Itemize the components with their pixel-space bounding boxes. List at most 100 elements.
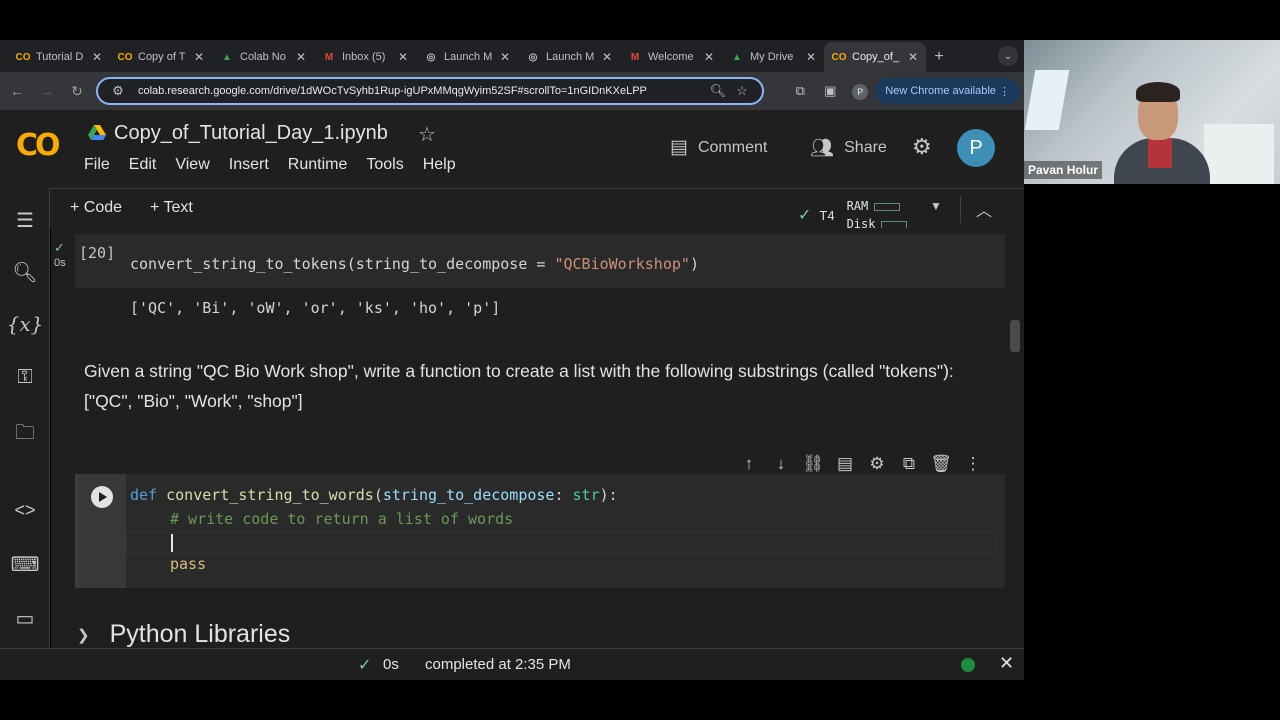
browser-tab[interactable]: ▲ My Drive ✕	[722, 42, 824, 72]
browser-tab[interactable]: CO Copy of T ✕	[110, 42, 212, 72]
terminal-icon[interactable]: ▭	[0, 606, 50, 631]
colab-logo[interactable]: CO	[16, 128, 60, 163]
browser-nav-bar: ← → ↻ ⚙ colab.research.google.com/drive/…	[0, 72, 1024, 110]
tab-close-icon[interactable]: ✕	[906, 50, 920, 64]
colab-header: CO Copy_of_Tutorial_Day_1.ipynb ☆ File Ed…	[0, 110, 1024, 188]
section-title: Python Libraries	[109, 620, 291, 648]
code-operator: =	[527, 255, 555, 273]
new-chrome-available-button[interactable]: New Chrome available ⋮	[875, 78, 1020, 104]
code-snippets-icon[interactable]: <>	[0, 500, 50, 521]
delete-trash-icon[interactable]: 🗑︎	[929, 454, 953, 474]
exec-success-check-icon: ✓	[54, 240, 65, 255]
code-type: str	[572, 486, 600, 504]
tab-close-icon[interactable]: ✕	[294, 50, 308, 64]
bookmark-star-icon[interactable]: ☆	[730, 83, 754, 99]
ram-meter	[874, 202, 901, 211]
cell-toolbar: ↑ ↓ ⛓ ▤ ⚙ ⧉ 🗑︎ ⋮	[737, 454, 985, 474]
tab-close-icon[interactable]: ✕	[702, 50, 716, 64]
status-check-icon: ✓	[358, 657, 372, 674]
collapse-chevron-up-icon[interactable]: ︿	[976, 197, 992, 221]
user-avatar[interactable]: P	[957, 129, 995, 167]
tab-favicon-icon: CO	[117, 51, 133, 63]
tab-favicon-icon: ▲	[222, 51, 232, 63]
status-time: 0s	[383, 656, 399, 673]
add-code-button[interactable]: + Code	[70, 199, 122, 217]
browser-profile-icon[interactable]: P	[845, 83, 875, 100]
menu-item-insert[interactable]: Insert	[229, 156, 269, 174]
browser-tab[interactable]: M Inbox (5) ✕	[314, 42, 416, 72]
menu-item-help[interactable]: Help	[423, 156, 456, 174]
window-light	[1024, 70, 1070, 130]
tab-close-icon[interactable]: ✕	[498, 50, 512, 64]
status-text[interactable]: completed at 2:35 PM	[425, 656, 571, 673]
settings-gear-icon[interactable]: ⚙	[912, 134, 932, 160]
markdown-line: ["QC", "Bio", "Work", "shop"]	[84, 391, 303, 411]
command-palette-icon[interactable]: ⌨	[0, 552, 50, 577]
browser-tab[interactable]: ◎ Launch M ✕	[416, 42, 518, 72]
cell-output: ['QC', 'Bi', 'oW', 'or', 'ks', 'ho', 'p'…	[130, 299, 501, 317]
cell-settings-gear-icon[interactable]: ⚙	[865, 454, 889, 474]
menu-item-view[interactable]: View	[175, 156, 209, 174]
status-dot-icon	[961, 658, 975, 672]
side-panel-icon[interactable]: ▣	[815, 83, 845, 99]
tab-close-icon[interactable]: ✕	[396, 50, 410, 64]
code-line[interactable]: def convert_string_to_words(string_to_de…	[130, 486, 618, 504]
tab-close-icon[interactable]: ✕	[600, 50, 614, 64]
move-up-arrow-icon[interactable]: ↑	[737, 454, 761, 474]
run-cell-play-icon[interactable]	[91, 486, 113, 508]
scrollbar-thumb[interactable]	[1010, 320, 1020, 352]
tab-search-chevron-icon[interactable]: ⌄	[998, 46, 1018, 66]
address-bar[interactable]: ⚙ colab.research.google.com/drive/1dWOcT…	[96, 77, 764, 105]
move-down-arrow-icon[interactable]: ↓	[769, 454, 793, 474]
menu-item-edit[interactable]: Edit	[129, 156, 157, 174]
person-collar	[1148, 138, 1172, 168]
tab-favicon-icon: ◎	[528, 51, 538, 63]
menu-item-runtime[interactable]: Runtime	[288, 156, 348, 174]
code-pass[interactable]: pass	[170, 555, 206, 573]
new-chrome-label: New Chrome available	[885, 85, 996, 97]
add-text-button[interactable]: + Text	[150, 199, 193, 217]
site-info-icon[interactable]: ⚙	[106, 83, 130, 99]
code-comment[interactable]: # write code to return a list of words	[170, 510, 513, 528]
current-line-highlight[interactable]	[126, 532, 996, 554]
menu-item-tools[interactable]: Tools	[366, 156, 403, 174]
secrets-key-icon[interactable]: ⚿	[0, 366, 50, 389]
comment-button[interactable]: ▤ Comment	[670, 136, 767, 159]
more-vert-icon[interactable]: ⋮	[961, 454, 985, 474]
runtime-dropdown-icon[interactable]: ▼	[930, 199, 942, 213]
tab-close-icon[interactable]: ✕	[804, 50, 818, 64]
tab-favicon-icon: CO	[831, 51, 847, 63]
browser-tab[interactable]: CO Tutorial D ✕	[8, 42, 110, 72]
code-line[interactable]: convert_string_to_tokens(string_to_decom…	[130, 255, 699, 273]
link-icon[interactable]: ⛓	[801, 454, 825, 474]
menu-item-file[interactable]: File	[84, 156, 110, 174]
table-of-contents-icon[interactable]: ☰	[0, 208, 50, 233]
mirror-cell-icon[interactable]: ⧉	[897, 454, 921, 474]
text-cursor	[171, 534, 173, 552]
notebook-title[interactable]: Copy_of_Tutorial_Day_1.ipynb	[114, 122, 388, 145]
collapse-chevron-icon[interactable]: ❯	[77, 626, 90, 644]
search-icon[interactable]: 🔍︎	[0, 260, 50, 285]
reload-icon[interactable]: ↻	[64, 78, 90, 104]
tab-close-icon[interactable]: ✕	[192, 50, 206, 64]
new-tab-plus-icon[interactable]: +	[926, 42, 952, 72]
zoom-icon[interactable]: 🔍︎	[706, 83, 730, 99]
back-arrow-icon[interactable]: ←	[4, 78, 30, 104]
files-folder-icon[interactable]: 🗀	[0, 418, 50, 452]
tab-close-icon[interactable]: ✕	[90, 50, 104, 64]
star-icon[interactable]: ☆	[418, 122, 436, 147]
close-icon[interactable]: ✕	[999, 653, 1014, 674]
tab-favicon-icon: M	[324, 51, 334, 63]
variables-icon[interactable]: {x}	[0, 312, 50, 336]
browser-tab[interactable]: CO Copy_of_ ✕	[824, 42, 926, 72]
section-header[interactable]: ❯ Python Libraries	[77, 620, 290, 648]
browser-tab[interactable]: M Welcome ✕	[620, 42, 722, 72]
markdown-cell[interactable]: Given a string "QC Bio Work shop", write…	[84, 356, 984, 416]
forward-arrow-icon[interactable]: →	[34, 78, 60, 104]
status-bar: ✓ 0s completed at 2:35 PM ✕	[0, 648, 1024, 680]
browser-tab[interactable]: ▲ Colab No ✕	[212, 42, 314, 72]
comment-icon[interactable]: ▤	[833, 454, 857, 474]
browser-tab[interactable]: ◎ Launch M ✕	[518, 42, 620, 72]
share-button[interactable]: 👥︎ Share	[810, 136, 887, 160]
extensions-icon[interactable]: ⧉	[785, 83, 815, 99]
